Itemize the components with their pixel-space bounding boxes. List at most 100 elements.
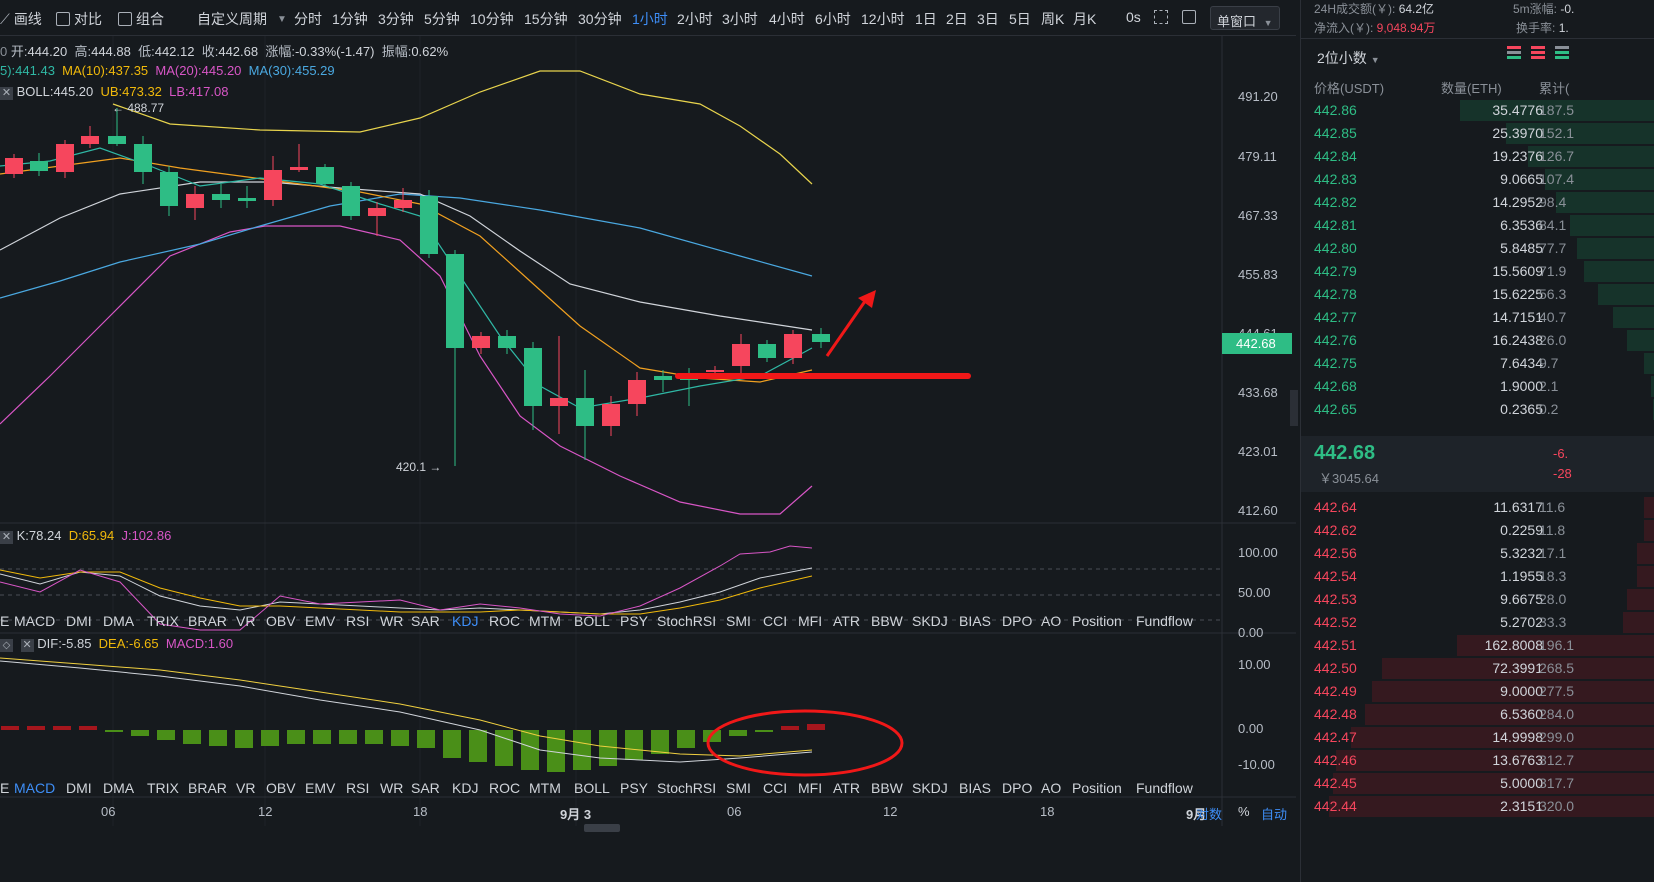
- indicator-tab-rsi[interactable]: RSI: [346, 613, 369, 629]
- compare-button[interactable]: 对比: [56, 9, 102, 29]
- period-16[interactable]: 5日: [1009, 9, 1031, 29]
- indicator-tab-bottom-sar[interactable]: SAR: [411, 780, 440, 796]
- indicator-tab-bottom-fundflow[interactable]: Fundflow: [1136, 780, 1193, 796]
- period-12[interactable]: 12小时: [861, 9, 905, 29]
- order-book-row[interactable]: 442.75 7.6434 9.7: [1301, 352, 1654, 375]
- period-6[interactable]: 30分钟: [578, 9, 622, 29]
- indicator-tab-boll[interactable]: BOLL: [574, 613, 610, 629]
- indicator-tab-obv[interactable]: OBV: [266, 613, 296, 629]
- indicator-tab-vr[interactable]: VR: [236, 613, 255, 629]
- indicator-tab-bottom-vr[interactable]: VR: [236, 780, 255, 796]
- order-book-row[interactable]: 442.64 11.6317 11.6: [1301, 496, 1654, 519]
- indicator-tab-bottom-skdj[interactable]: SKDJ: [912, 780, 948, 796]
- indicator-tab-bottom-emv[interactable]: EMV: [305, 780, 335, 796]
- settings-icon[interactable]: [1182, 10, 1196, 24]
- indicator-tab-trix[interactable]: TRIX: [147, 613, 179, 629]
- period-3[interactable]: 5分钟: [424, 9, 460, 29]
- order-book-row[interactable]: 442.81 6.3536 84.1: [1301, 214, 1654, 237]
- order-book-row[interactable]: 442.51 162.8008 196.1: [1301, 634, 1654, 657]
- auto-scale-toggle[interactable]: 自动: [1261, 804, 1287, 823]
- indicator-tab-bottom-boll[interactable]: BOLL: [574, 780, 610, 796]
- order-book-row[interactable]: 442.54 1.1955 18.3: [1301, 565, 1654, 588]
- indicator-tab-bottom-mfi[interactable]: MFI: [798, 780, 822, 796]
- indicator-tab-bottom-kdj[interactable]: KDJ: [452, 780, 478, 796]
- indicator-tab-kdj[interactable]: KDJ: [452, 613, 478, 629]
- period-11[interactable]: 6小时: [815, 9, 851, 29]
- log-scale-toggle[interactable]: 对数: [1196, 804, 1222, 823]
- indicator-tab-bbw[interactable]: BBW: [871, 613, 903, 629]
- order-book-row[interactable]: 442.52 5.2702 33.3: [1301, 611, 1654, 634]
- order-book-row[interactable]: 442.49 9.0000 277.5: [1301, 680, 1654, 703]
- indicator-tab-bottom-trix[interactable]: TRIX: [147, 780, 179, 796]
- order-book-row[interactable]: 442.46 13.6763 312.7: [1301, 749, 1654, 772]
- indicator-tab-bottom-stochrsi[interactable]: StochRSI: [657, 780, 716, 796]
- order-book-row[interactable]: 442.65 0.2365 0.2: [1301, 398, 1654, 421]
- indicator-tab-bottom-macd[interactable]: MACD: [14, 780, 55, 796]
- indicator-tab-bottom-mtm[interactable]: MTM: [529, 780, 561, 796]
- orderbook-bids-view-icon[interactable]: [1555, 46, 1569, 60]
- indicator-tab-fundflow[interactable]: Fundflow: [1136, 613, 1193, 629]
- candlestick-chart[interactable]: [0, 36, 1296, 836]
- order-book-row[interactable]: 442.84 19.2376 126.7: [1301, 145, 1654, 168]
- period-17[interactable]: 周K: [1041, 9, 1064, 29]
- close-icon[interactable]: ✕: [0, 531, 13, 544]
- indicator-tab-ao[interactable]: AO: [1041, 613, 1061, 629]
- close-icon[interactable]: ✕: [20, 639, 34, 652]
- order-book-row[interactable]: 442.82 14.2952 98.4: [1301, 191, 1654, 214]
- order-book-row[interactable]: 442.78 15.6225 56.3: [1301, 283, 1654, 306]
- indicator-tab-bottom-dpo[interactable]: DPO: [1002, 780, 1032, 796]
- order-book-row[interactable]: 442.77 14.7151 40.7: [1301, 306, 1654, 329]
- indicator-tab-skdj[interactable]: SKDJ: [912, 613, 948, 629]
- chart-area[interactable]: 0 开:444.20 高:444.88 低:442.12 收:442.68 涨幅…: [0, 36, 1296, 836]
- indicator-tab-bottom-ao[interactable]: AO: [1041, 780, 1061, 796]
- fullscreen-icon[interactable]: [1154, 10, 1168, 24]
- order-book-row[interactable]: 442.45 5.0000 317.7: [1301, 772, 1654, 795]
- indicator-tab-bottom-bias[interactable]: BIAS: [959, 780, 991, 796]
- period-15[interactable]: 3日: [977, 9, 999, 29]
- indicator-tab-e[interactable]: E: [0, 613, 9, 629]
- close-icon[interactable]: ✕: [0, 87, 13, 100]
- percent-scale-toggle[interactable]: %: [1238, 804, 1250, 819]
- indicator-tab-bottom-dmi[interactable]: DMI: [66, 780, 92, 796]
- pane-resize-handle[interactable]: [584, 824, 620, 832]
- indicator-tab-roc[interactable]: ROC: [489, 613, 520, 629]
- indicator-tab-bottom-cci[interactable]: CCI: [763, 780, 787, 796]
- indicator-tab-bottom-psy[interactable]: PSY: [620, 780, 648, 796]
- period-4[interactable]: 10分钟: [470, 9, 514, 29]
- order-book-row[interactable]: 442.62 0.2259 11.8: [1301, 519, 1654, 542]
- order-book-row[interactable]: 442.83 9.0665 107.4: [1301, 168, 1654, 191]
- order-book-row[interactable]: 442.86 35.4776 187.5: [1301, 99, 1654, 122]
- indicator-tab-atr[interactable]: ATR: [833, 613, 860, 629]
- custom-period-dropdown[interactable]: 自定义周期 ▼: [197, 9, 287, 29]
- indicator-tab-dpo[interactable]: DPO: [1002, 613, 1032, 629]
- period-2[interactable]: 3分钟: [378, 9, 414, 29]
- window-mode-select[interactable]: 单窗口 ▼: [1210, 6, 1280, 30]
- period-5[interactable]: 15分钟: [524, 9, 568, 29]
- orderbook-asks-view-icon[interactable]: [1531, 46, 1545, 60]
- period-9[interactable]: 3小时: [722, 9, 758, 29]
- indicator-tab-brar[interactable]: BRAR: [188, 613, 227, 629]
- indicator-tab-mfi[interactable]: MFI: [798, 613, 822, 629]
- period-8[interactable]: 2小时: [677, 9, 713, 29]
- indicator-tab-bottom-dma[interactable]: DMA: [103, 780, 134, 796]
- order-book-row[interactable]: 442.68 1.9000 2.1: [1301, 375, 1654, 398]
- indicator-tab-bottom-position[interactable]: Position: [1072, 780, 1122, 796]
- indicator-tab-stochrsi[interactable]: StochRSI: [657, 613, 716, 629]
- order-book-row[interactable]: 442.85 25.3970 152.1: [1301, 122, 1654, 145]
- orderbook-both-view-icon[interactable]: [1507, 46, 1521, 60]
- order-book-row[interactable]: 442.76 16.2438 26.0: [1301, 329, 1654, 352]
- period-13[interactable]: 1日: [915, 9, 937, 29]
- indicator-tab-emv[interactable]: EMV: [305, 613, 335, 629]
- indicator-tab-bottom-e[interactable]: E: [0, 780, 9, 796]
- indicator-tab-bottom-wr[interactable]: WR: [380, 780, 403, 796]
- period-0[interactable]: 分时: [294, 9, 322, 29]
- period-18[interactable]: 月K: [1073, 9, 1096, 29]
- panel-collapse-handle[interactable]: [1290, 390, 1298, 426]
- indicator-tab-macd[interactable]: MACD: [14, 613, 55, 629]
- indicator-tab-sar[interactable]: SAR: [411, 613, 440, 629]
- order-book-row[interactable]: 442.44 2.3151 320.0: [1301, 795, 1654, 818]
- period-10[interactable]: 4小时: [769, 9, 805, 29]
- indicator-tab-bottom-brar[interactable]: BRAR: [188, 780, 227, 796]
- order-book-row[interactable]: 442.79 15.5609 71.9: [1301, 260, 1654, 283]
- indicator-tab-mtm[interactable]: MTM: [529, 613, 561, 629]
